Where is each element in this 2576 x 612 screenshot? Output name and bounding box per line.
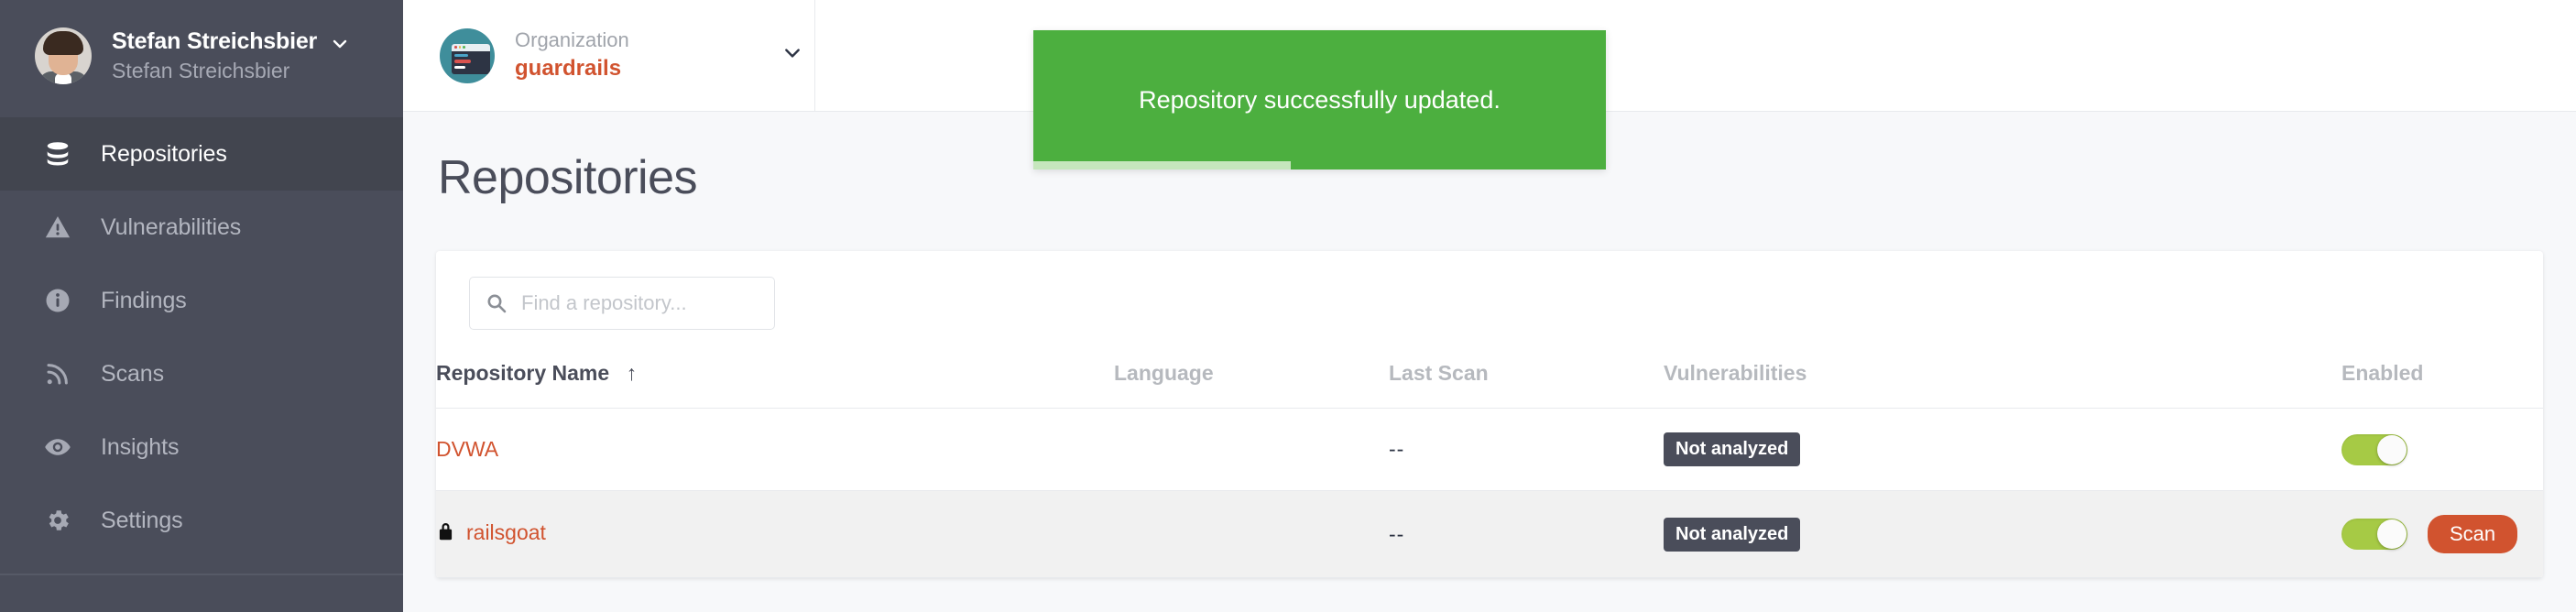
info-circle-icon (40, 287, 75, 314)
sidebar-nav: Repositories Vulnerabilities Findings Sc… (0, 112, 403, 557)
database-icon (40, 140, 75, 168)
last-scan-cell: -- (1389, 491, 1664, 578)
organization-name: guardrails (515, 55, 622, 81)
repositories-card: Repository Name ↑ Language Last Scan Vul… (436, 251, 2543, 578)
repository-name-cell: DVWA (436, 409, 1114, 491)
repository-name-cell: railsgoat (436, 491, 1114, 578)
enabled-toggle[interactable] (2341, 433, 2407, 465)
enabled-cell (2341, 409, 2543, 491)
repository-link[interactable]: railsgoat (466, 520, 546, 544)
sidebar-item-label: Insights (101, 433, 180, 460)
repository-link[interactable]: DVWA (436, 437, 498, 461)
organization-logo-icon (440, 27, 495, 83)
language-cell (1114, 409, 1389, 491)
sidebar-divider (0, 574, 403, 575)
vulnerabilities-cell: Not analyzed (1664, 409, 2341, 491)
profile-text: Stefan Streichsbier Stefan Streichsbier (112, 28, 348, 83)
rss-signal-icon (40, 360, 75, 388)
enabled-cell: Scan (2341, 491, 2543, 578)
scan-button[interactable]: Scan (2428, 515, 2518, 553)
column-label: Repository Name (436, 361, 610, 385)
page-content: Repositories Find a repository... Reposi… (403, 112, 2576, 612)
organization-selector[interactable]: Organization guardrails (403, 0, 815, 111)
toast-message: Repository successfully updated. (1139, 85, 1501, 114)
status-badge: Not analyzed (1664, 432, 1801, 466)
sidebar-item-vulnerabilities[interactable]: Vulnerabilities (0, 191, 403, 264)
arrow-up-icon: ↑ (626, 361, 638, 385)
app-root: Stefan Streichsbier Stefan Streichsbier (0, 0, 2576, 612)
table-row[interactable]: railsgoat -- Not analyzed Scan (436, 490, 2543, 578)
gear-icon (40, 507, 75, 534)
profile-name: Stefan Streichsbier (112, 28, 318, 54)
search-bar (436, 251, 2543, 354)
chevron-down-icon[interactable] (747, 44, 800, 67)
last-scan-cell: -- (1389, 409, 1664, 491)
organization-text: Organization guardrails (515, 27, 629, 83)
chevron-down-icon[interactable] (332, 36, 348, 52)
sidebar-item-settings[interactable]: Settings (0, 484, 403, 557)
table-row[interactable]: DVWA -- Not analyzed (436, 409, 2543, 491)
last-scan-value: -- (1389, 437, 1405, 461)
column-header-repository-name[interactable]: Repository Name ↑ (436, 354, 1114, 409)
repositories-table: Repository Name ↑ Language Last Scan Vul… (436, 354, 2543, 578)
last-scan-value: -- (1389, 521, 1405, 546)
search-input[interactable] (469, 277, 775, 330)
sidebar-item-repositories[interactable]: Repositories (0, 117, 403, 191)
lock-icon (436, 520, 455, 548)
sidebar-item-findings[interactable]: Findings (0, 264, 403, 337)
warning-triangle-icon (40, 213, 75, 241)
language-cell (1114, 491, 1389, 578)
success-toast[interactable]: Repository successfully updated. (1033, 30, 1606, 169)
organization-label: Organization (515, 28, 629, 51)
sidebar-item-label: Scans (101, 360, 164, 387)
column-header-last-scan[interactable]: Last Scan (1389, 354, 1664, 409)
status-badge: Not analyzed (1664, 517, 1801, 552)
column-header-enabled[interactable]: Enabled (2341, 354, 2543, 409)
sidebar-item-label: Settings (101, 507, 183, 533)
sidebar-item-label: Vulnerabilities (101, 213, 242, 240)
vulnerabilities-cell: Not analyzed (1664, 491, 2341, 578)
sidebar-item-insights[interactable]: Insights (0, 410, 403, 484)
enabled-toggle[interactable] (2341, 519, 2407, 550)
search-icon (486, 277, 508, 330)
table-header: Repository Name ↑ Language Last Scan Vul… (436, 354, 2543, 409)
avatar (35, 27, 92, 84)
profile-subtitle: Stefan Streichsbier (112, 59, 290, 82)
toast-progress-bar (1033, 161, 1606, 169)
table-body: DVWA -- Not analyzed railsgoat -- Not an… (436, 409, 2543, 578)
sidebar-item-scans[interactable]: Scans (0, 337, 403, 410)
column-header-vulnerabilities[interactable]: Vulnerabilities (1664, 354, 2341, 409)
sidebar-item-label: Findings (101, 287, 187, 313)
column-header-language[interactable]: Language (1114, 354, 1389, 409)
sidebar: Stefan Streichsbier Stefan Streichsbier (0, 0, 403, 612)
user-profile-menu[interactable]: Stefan Streichsbier Stefan Streichsbier (0, 0, 403, 112)
eye-icon (40, 433, 75, 461)
sidebar-item-label: Repositories (101, 140, 227, 167)
